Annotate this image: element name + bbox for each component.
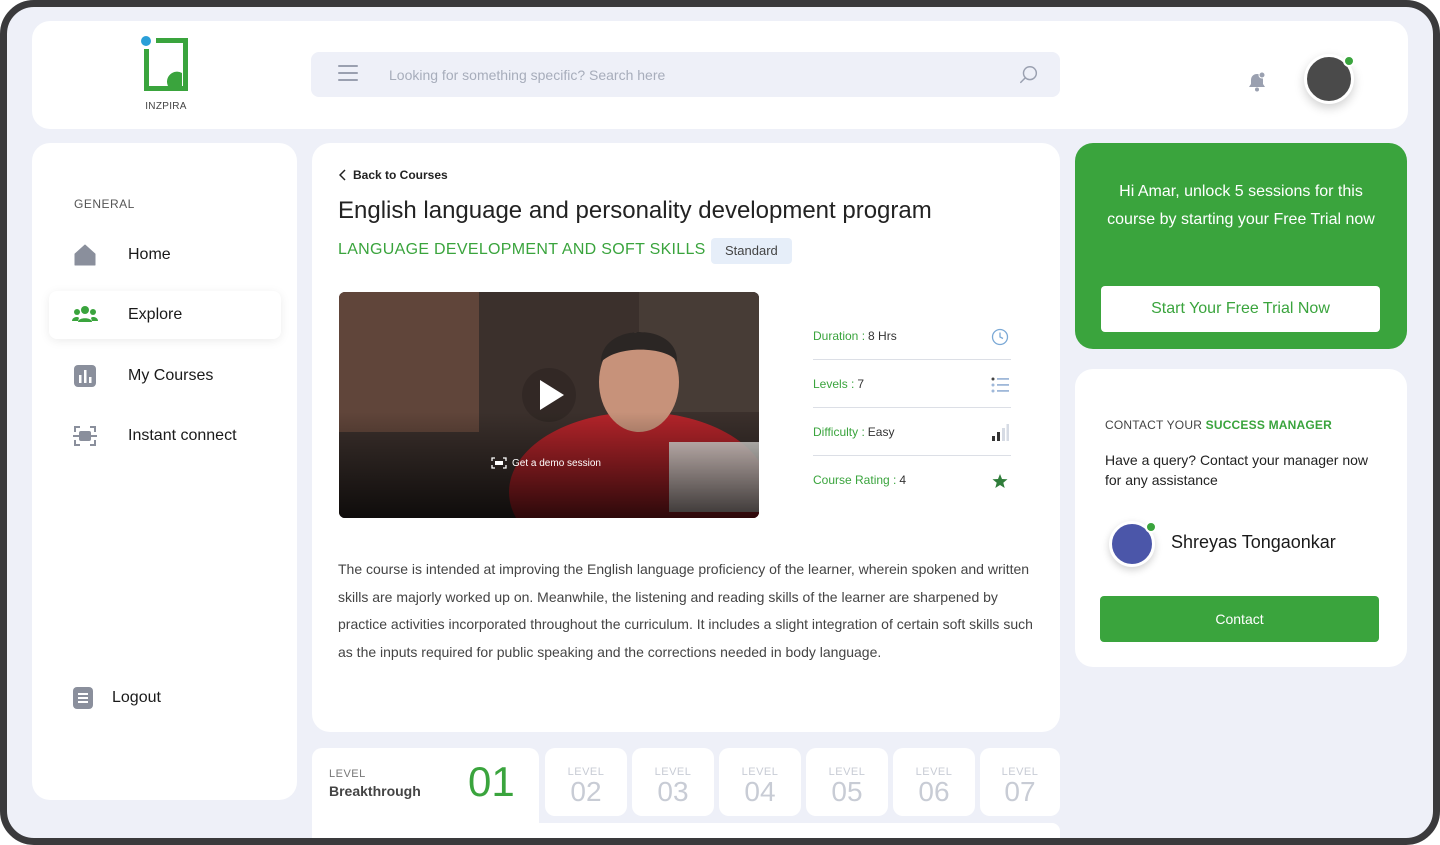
level-name: Breakthrough [329, 783, 421, 799]
course-title: English language and personality develop… [338, 197, 932, 224]
stat-rating: Course Rating : 4 [813, 456, 1011, 504]
level-tab-active[interactable]: LEVEL Breakthrough 01 [312, 748, 539, 838]
stat-key: Duration : [813, 328, 866, 343]
menu-icon[interactable] [338, 65, 358, 83]
course-description: The course is intended at improving the … [338, 561, 1033, 660]
app-window: INZPIRA GENERAL Home [0, 0, 1440, 845]
back-label: Back to Courses [353, 168, 448, 182]
logout-icon [73, 687, 93, 709]
level-number: 01 [468, 758, 515, 805]
demo-session-label: Get a demo session [512, 457, 601, 469]
level-number: 02 [570, 776, 602, 807]
logout-label: Logout [112, 689, 161, 706]
level-number: 06 [918, 776, 950, 807]
free-trial-message: Hi Amar, unlock 5 sessions for this cour… [1107, 183, 1375, 228]
clock-icon [991, 328, 1009, 346]
sidebar-item-label: Explore [128, 306, 183, 323]
level-tab[interactable]: LEVEL 06 [893, 748, 975, 816]
course-video-player[interactable]: Get a demo session [339, 292, 759, 518]
stat-key: Course Rating : [813, 473, 897, 487]
stat-difficulty: Difficulty : Easy [813, 408, 1011, 456]
user-avatar[interactable] [1304, 54, 1355, 104]
stat-value: 7 [857, 376, 865, 391]
sidebar-item-label: Home [128, 246, 171, 263]
course-category: LANGUAGE DEVELOPMENT AND SOFT SKILLS [338, 241, 706, 258]
success-manager-card: CONTACT YOUR SUCCESS MANAGER Have a quer… [1075, 369, 1407, 667]
manager-name: Shreyas Tongaonkar [1171, 532, 1336, 552]
level-number: 07 [1004, 776, 1036, 807]
level-tab[interactable]: LEVEL 04 [719, 748, 801, 816]
logo-mark-icon [141, 36, 188, 91]
search-icon[interactable] [1018, 64, 1040, 86]
online-status-dot [1343, 55, 1355, 67]
level-tab[interactable]: LEVEL 07 [980, 748, 1060, 816]
scan-icon [73, 426, 97, 446]
level-number: 05 [831, 776, 863, 807]
stat-value: 4 [899, 473, 907, 487]
start-free-trial-button[interactable]: Start Your Free Trial Now [1101, 286, 1380, 332]
course-details-card: Back to Courses English language and per… [312, 143, 1060, 732]
contact-heading-prefix: CONTACT YOUR [1105, 418, 1203, 432]
top-header: INZPIRA [32, 21, 1408, 129]
bell-icon[interactable] [1246, 71, 1268, 93]
level-number: 03 [657, 776, 689, 807]
level-selector: LEVEL Breakthrough 01 LEVEL 02 LEVEL 03 … [312, 748, 1060, 838]
contact-heading: CONTACT YOUR SUCCESS MANAGER [1105, 418, 1332, 432]
sidebar-item-explore[interactable]: Explore [49, 291, 281, 339]
contact-description: Have a query? Contact your manager now f… [1105, 452, 1369, 488]
sidebar: GENERAL Home Explore My Courses Instant … [32, 143, 297, 800]
logout-button[interactable]: Logout [72, 683, 222, 713]
scan-icon [491, 457, 507, 469]
level-tab[interactable]: LEVEL 02 [545, 748, 627, 816]
stat-key: Levels : [813, 376, 855, 391]
list-icon [991, 377, 1009, 393]
search-bar [311, 52, 1060, 97]
back-to-courses-link[interactable]: Back to Courses [339, 168, 448, 182]
chevron-left-icon [339, 169, 346, 181]
level-label: LEVEL [329, 768, 366, 780]
signal-icon [992, 424, 1009, 441]
stat-levels: Levels : 7 [813, 360, 1011, 408]
level-number: 04 [744, 776, 776, 807]
demo-session-link[interactable]: Get a demo session [491, 457, 601, 469]
sidebar-section-label: GENERAL [74, 197, 135, 211]
stat-duration: Duration : 8 Hrs [813, 312, 1011, 360]
logo-text: INZPIRA [145, 101, 187, 112]
free-trial-card: Hi Amar, unlock 5 sessions for this cour… [1075, 143, 1407, 349]
manager-avatar [1109, 521, 1157, 567]
users-icon [72, 306, 98, 322]
course-tier-badge: Standard [711, 238, 792, 264]
play-icon[interactable] [522, 368, 576, 422]
contact-button[interactable]: Contact [1100, 596, 1379, 642]
contact-heading-highlight: SUCCESS MANAGER [1205, 418, 1332, 432]
stat-value: 8 Hrs [868, 328, 897, 343]
sidebar-item-label: Instant connect [128, 427, 237, 444]
sidebar-item-label: My Courses [128, 367, 214, 384]
search-input[interactable] [389, 64, 989, 86]
course-stats: Duration : 8 Hrs Levels : 7 Difficulty:… [813, 312, 1011, 504]
level-tab[interactable]: LEVEL 03 [632, 748, 714, 816]
chart-icon [74, 365, 96, 387]
online-status-dot [1145, 521, 1157, 533]
sidebar-item-home[interactable]: Home [49, 231, 281, 279]
star-icon [992, 474, 1008, 488]
sidebar-item-instant-connect[interactable]: Instant connect [49, 412, 281, 460]
brand-logo[interactable]: INZPIRA [136, 35, 196, 115]
stat-key: Difficulty : [813, 424, 865, 439]
home-icon [74, 244, 96, 266]
sidebar-item-my-courses[interactable]: My Courses [49, 352, 281, 400]
level-tab[interactable]: LEVEL 05 [806, 748, 888, 816]
stat-value: Easy [867, 424, 895, 439]
